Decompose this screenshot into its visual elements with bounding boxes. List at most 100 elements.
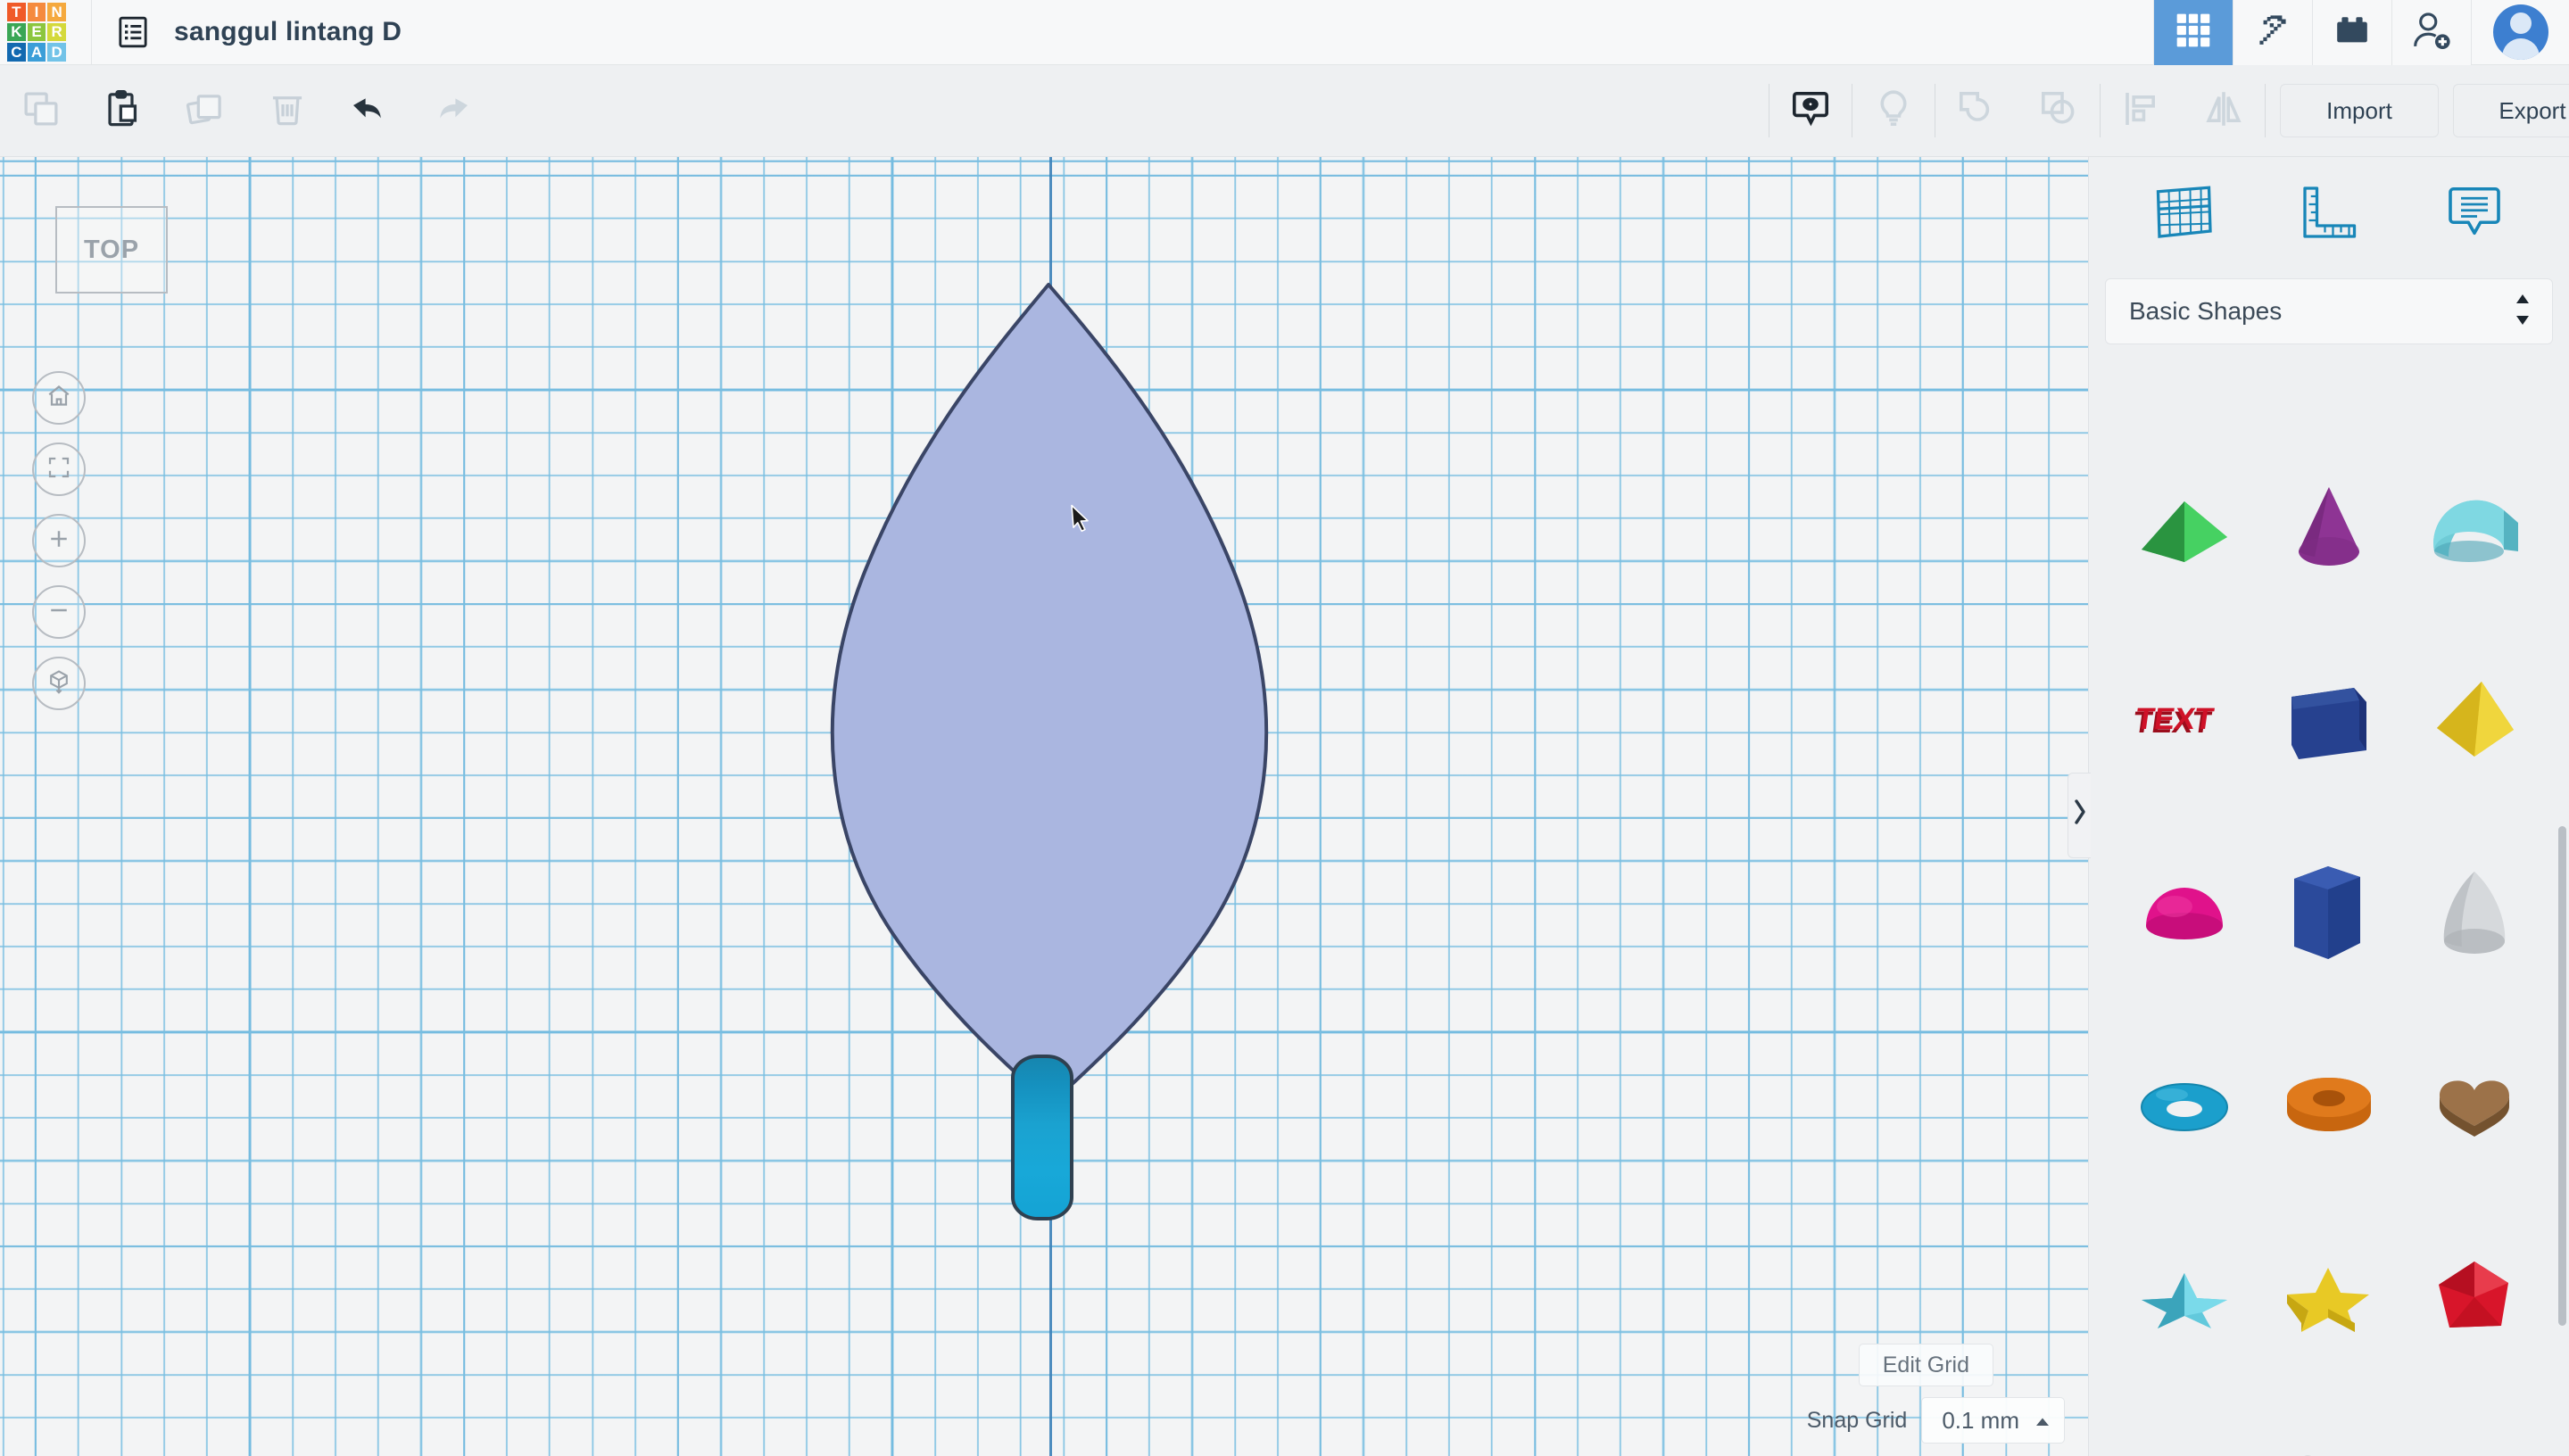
viewport-nav-controls (32, 371, 86, 710)
mirror-button[interactable] (2183, 65, 2265, 157)
avatar[interactable] (2492, 4, 2548, 60)
shape-octagon[interactable] (2402, 1395, 2547, 1456)
fit-to-view-button[interactable] (32, 443, 86, 496)
align-button[interactable] (2101, 65, 2183, 157)
page-title[interactable]: sanggul lintang D (174, 17, 402, 47)
svg-text:TEXT: TEXT (2134, 702, 2216, 736)
scene-objects (830, 283, 1269, 1220)
shape-torus[interactable] (2112, 1010, 2257, 1203)
tinkercad-logo[interactable]: T I N K E R C A D (7, 3, 66, 62)
workplane-light-button[interactable] (1852, 65, 1935, 157)
edit-grid-button[interactable]: Edit Grid (1858, 1344, 1993, 1386)
shape-category-label: Basic Shapes (2129, 297, 2283, 325)
zoom-in-button[interactable] (32, 514, 86, 567)
shape-wedge[interactable] (2112, 432, 2257, 625)
panel-scrollbar[interactable] (2558, 826, 2566, 1326)
shape-ring[interactable] (2112, 1395, 2257, 1456)
shape-half-cylinder[interactable] (2402, 432, 2547, 625)
logo-tile: N (47, 3, 66, 21)
logo-tile: E (27, 22, 46, 42)
shape-cone[interactable] (2257, 432, 2401, 625)
panel-tabs (2089, 157, 2569, 271)
lego-brick-icon (2331, 9, 2374, 56)
ungroup-button[interactable] (2018, 65, 2100, 157)
header-divider (91, 0, 92, 65)
align-icon (2120, 87, 2163, 135)
plus-icon (46, 525, 72, 557)
tab-grid-settings[interactable] (2134, 170, 2233, 259)
snap-grid-select[interactable]: 0.1 mm (1921, 1397, 2065, 1444)
tab-notes[interactable] (2425, 170, 2523, 259)
list-icon[interactable] (113, 12, 153, 52)
minecraft-button[interactable] (2233, 0, 2312, 65)
mouse-cursor (1070, 504, 1093, 541)
chevron-up-icon (2034, 1407, 2051, 1435)
import-button[interactable]: Import (2280, 84, 2439, 137)
chevron-right-icon (2071, 792, 2089, 840)
note-tag-icon (2443, 183, 2506, 246)
tab-ruler[interactable] (2280, 170, 2378, 259)
shape-category-select[interactable]: Basic Shapes (2105, 278, 2553, 344)
paste-button[interactable] (82, 65, 164, 157)
delete-button[interactable] (246, 65, 328, 157)
copy-button[interactable] (0, 65, 82, 157)
pickaxe-icon (2250, 8, 2295, 57)
panel-collapse-handle[interactable] (2068, 773, 2091, 858)
logo-tile: I (27, 3, 46, 21)
snap-grid-label: Snap Grid (1806, 1407, 1908, 1433)
shape-round-roof[interactable] (2257, 1395, 2401, 1456)
logo-tile: D (47, 43, 66, 62)
mirror-icon (2202, 87, 2245, 135)
logo-tile: T (7, 3, 26, 21)
export-button[interactable]: Export (2453, 84, 2569, 137)
duplicate-button[interactable] (164, 65, 246, 157)
shape-star-3d[interactable] (2112, 1203, 2257, 1395)
lightbulb-icon (1872, 87, 1915, 135)
snap-grid-value: 0.1 mm (1942, 1406, 2019, 1434)
toolbar-view-group (1769, 65, 2265, 157)
home-view-button[interactable] (32, 371, 86, 425)
toolbar-actions: Import Export Send To (2265, 65, 2569, 157)
redo-button[interactable] (410, 65, 493, 157)
shape-hemisphere[interactable] (2112, 817, 2257, 1010)
view-cube-label: TOP (83, 235, 140, 264)
logo-tile: K (7, 22, 26, 42)
designs-grid-button[interactable] (2153, 0, 2233, 65)
shape-star[interactable] (2257, 1203, 2401, 1395)
shape-polyhedron[interactable] (2402, 1203, 2547, 1395)
main-toolbar: Import Export Send To (0, 65, 2569, 157)
updown-chevron-icon (2513, 289, 2532, 335)
shape-heart[interactable] (2402, 1010, 2547, 1203)
shape-box[interactable] (2257, 625, 2401, 817)
zoom-out-button[interactable] (32, 585, 86, 639)
toolbar-divider (2265, 84, 2266, 137)
ungroup-shapes-icon (2037, 87, 2080, 135)
undo-button[interactable] (328, 65, 410, 157)
group-button[interactable] (1935, 65, 2018, 157)
show-hide-button[interactable] (1769, 65, 1852, 157)
shapes-panel: Basic Shapes TEXT TEXT (2068, 157, 2569, 1456)
avatar-container[interactable] (2471, 0, 2569, 65)
shape-paraboloid[interactable] (2402, 817, 2547, 1010)
shape-pyramid[interactable] (2402, 625, 2547, 817)
blocks-button[interactable] (2312, 0, 2391, 65)
fit-frame-icon (46, 454, 72, 485)
view-cube[interactable]: TOP (55, 206, 168, 294)
leaf-shape[interactable] (830, 283, 1269, 1106)
logo-tile: A (27, 43, 46, 62)
toolbar-edit-group (0, 65, 328, 157)
shape-hex-prism[interactable] (2257, 817, 2401, 1010)
copy-icon (21, 88, 62, 134)
snap-grid-row: Snap Grid 0.1 mm (1807, 1397, 2065, 1444)
grid-plane-icon (2151, 183, 2216, 246)
app-header: T I N K E R C A D sanggul lintang D (0, 0, 2569, 65)
invite-button[interactable] (2391, 0, 2471, 65)
logo-tile: R (47, 22, 66, 42)
workplane-canvas[interactable]: TOP Edit Grid Snap Grid 0.1 mm (0, 157, 2088, 1456)
shape-tube[interactable] (2257, 1010, 2401, 1203)
cylinder-shape[interactable] (1011, 1055, 1073, 1220)
shape-text[interactable]: TEXT TEXT (2112, 625, 2257, 817)
paste-icon (103, 88, 144, 134)
header-actions (2153, 0, 2569, 65)
perspective-toggle-button[interactable] (32, 657, 86, 710)
